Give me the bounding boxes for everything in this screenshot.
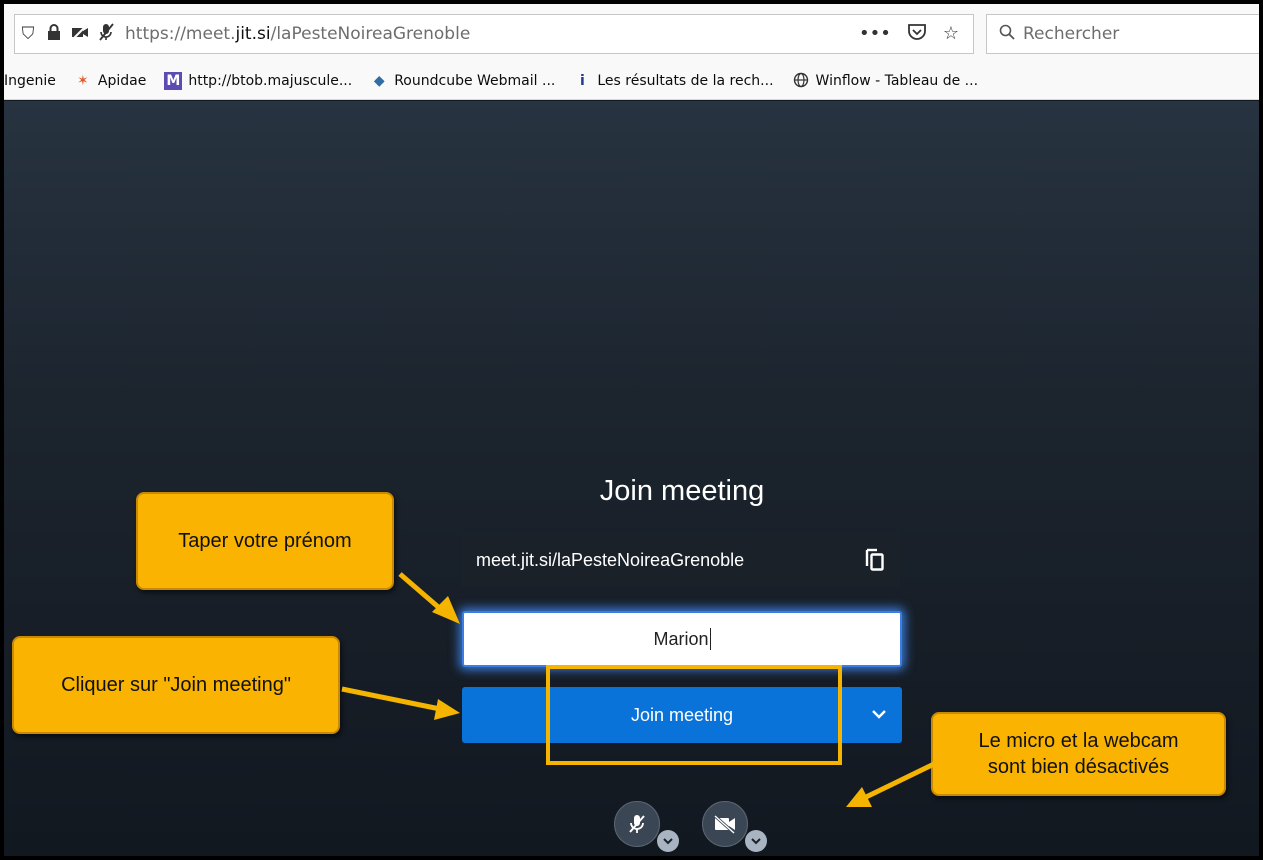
callout-enter-name: Taper votre prénom <box>136 492 394 590</box>
bookmarks-bar: Ingenie ✶ Apidae M http://btob.majuscule… <box>4 62 1259 100</box>
search-input[interactable]: Rechercher <box>986 14 1259 54</box>
bookmark-winflow[interactable]: Winflow - Tableau de ... <box>792 72 979 90</box>
mic-options-button[interactable] <box>657 830 679 852</box>
bookmark-roundcube[interactable]: ◆ Roundcube Webmail ... <box>370 72 556 90</box>
callout-click-join: Cliquer sur "Join meeting" <box>12 636 340 734</box>
copy-icon[interactable] <box>864 547 886 573</box>
bookmark-star-icon[interactable]: ☆ <box>943 23 959 46</box>
globe-icon <box>792 72 810 90</box>
browser-toolbar: ⛉ https://meet.jit.si/laPesteNoireaGreno… <box>4 4 1259 62</box>
camera-toggle-button[interactable] <box>702 801 748 847</box>
text-caret <box>709 628 711 650</box>
search-icon <box>999 24 1015 45</box>
bookmark-label: Ingenie <box>4 72 56 89</box>
bookmark-apidae[interactable]: ✶ Apidae <box>74 72 146 90</box>
lock-icon[interactable] <box>41 23 67 46</box>
room-url-field[interactable]: meet.jit.si/laPesteNoireaGrenoble <box>462 533 900 587</box>
info-icon: i <box>579 72 585 89</box>
bookmark-btob[interactable]: M http://btob.majuscule... <box>164 71 353 90</box>
shield-icon[interactable]: ⛉ <box>15 24 41 44</box>
search-placeholder: Rechercher <box>1023 24 1120 44</box>
chevron-down-icon <box>751 838 761 845</box>
camera-options-button[interactable] <box>745 830 767 852</box>
callout-media-disabled: Le micro et la webcam sont bien désactiv… <box>931 712 1226 796</box>
chevron-down-icon[interactable] <box>868 701 890 727</box>
apidae-icon: ✶ <box>77 72 89 89</box>
mic-blocked-icon[interactable] <box>93 22 119 46</box>
display-name-value: Marion <box>653 628 709 649</box>
bookmark-label: Apidae <box>97 72 147 89</box>
url-domain: jit.si <box>235 24 271 44</box>
mic-muted-icon <box>629 815 645 833</box>
mic-toggle-button[interactable] <box>614 801 660 847</box>
bookmark-label: Les résultats de la rech... <box>597 72 774 89</box>
bookmark-label: Winflow - Tableau de ... <box>815 72 979 89</box>
m-logo-icon: M <box>164 71 183 90</box>
camera-off-icon <box>713 814 736 835</box>
screenshot-frame: ⛉ https://meet.jit.si/laPesteNoireaGreno… <box>4 4 1259 856</box>
bookmark-label: Roundcube Webmail ... <box>394 72 556 89</box>
address-bar[interactable]: ⛉ https://meet.jit.si/laPesteNoireaGreno… <box>14 14 974 54</box>
chevron-down-icon <box>663 838 673 845</box>
bookmark-resultats[interactable]: i Les résultats de la rech... <box>573 72 774 90</box>
pocket-icon[interactable] <box>907 23 927 46</box>
camera-blocked-icon[interactable] <box>67 23 93 45</box>
bookmark-label: http://btob.majuscule... <box>188 72 353 89</box>
page-actions-icon[interactable]: ••• <box>859 23 891 46</box>
media-controls-highlight <box>546 665 842 765</box>
room-url-text: meet.jit.si/laPesteNoireaGrenoble <box>476 549 745 570</box>
roundcube-icon: ◆ <box>373 72 385 89</box>
display-name-input[interactable]: Marion <box>462 611 902 667</box>
url-text[interactable]: https://meet.jit.si/laPesteNoireaGrenobl… <box>125 24 859 44</box>
bookmark-ingenie[interactable]: Ingenie <box>4 73 56 89</box>
